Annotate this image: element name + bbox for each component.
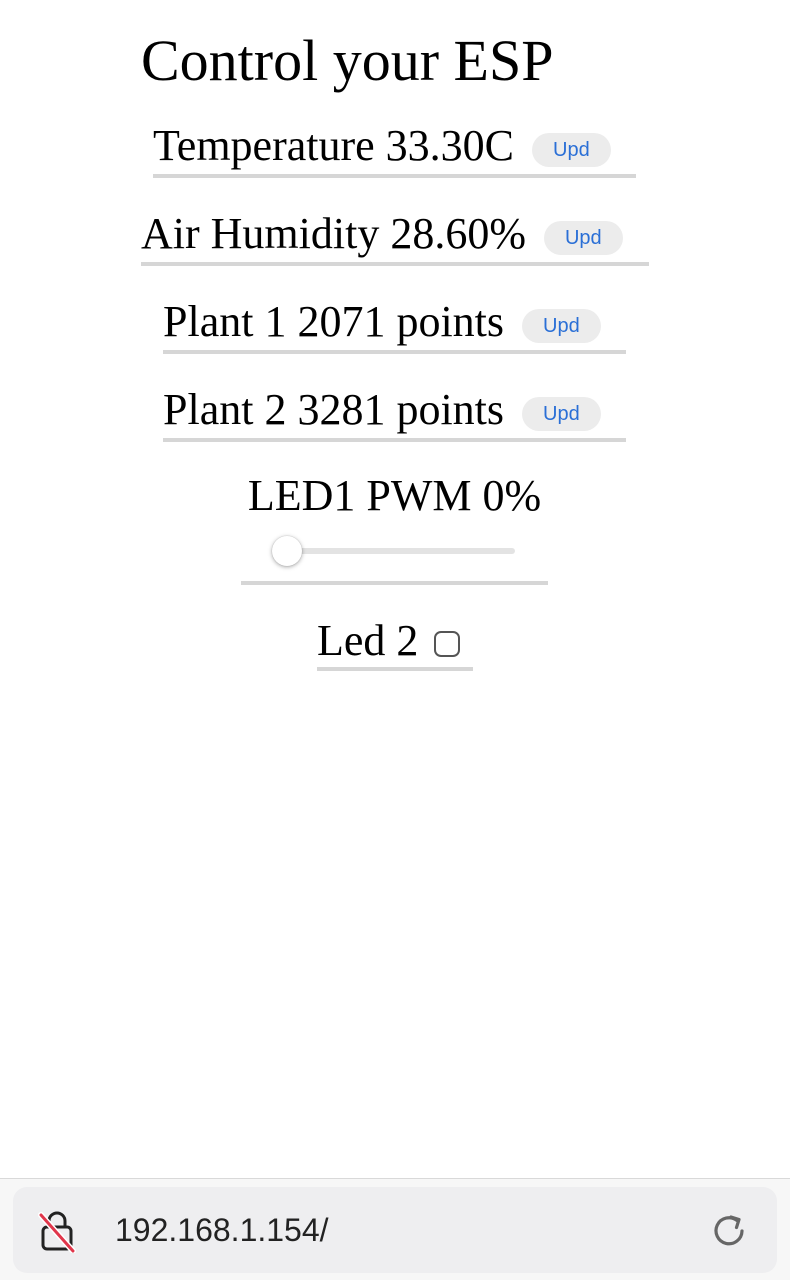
page-title: Control your ESP — [141, 28, 554, 93]
plant1-update-button[interactable]: Upd — [522, 309, 601, 343]
browser-bottom-bar: 192.168.1.154/ — [0, 1178, 790, 1280]
plant2-label: Plant 2 3281 points — [163, 385, 505, 434]
temperature-label: Temperature 33.30C — [153, 121, 515, 170]
reload-icon[interactable] — [709, 1211, 749, 1251]
plant1-row: Plant 1 2071 points Upd — [163, 294, 626, 354]
led2-row: Led 2 — [317, 614, 473, 671]
temperature-update-button[interactable]: Upd — [532, 133, 611, 167]
humidity-update-button[interactable]: Upd — [543, 221, 623, 255]
led2-label: Led 2 — [317, 615, 419, 665]
plant2-update-button[interactable]: Upd — [522, 397, 601, 431]
plant2-row: Plant 2 3281 points Upd — [163, 382, 626, 442]
url-text[interactable]: 192.168.1.154/ — [115, 1209, 329, 1251]
lock-slash-icon[interactable] — [37, 1209, 77, 1253]
plant1-label: Plant 1 2071 points — [163, 297, 505, 346]
led1-pwm-block: LED1 PWM 0% — [241, 470, 548, 585]
humidity-label: Air Humidity 28.60% — [141, 209, 526, 258]
led1-pwm-slider[interactable] — [277, 548, 515, 554]
humidity-row: Air Humidity 28.60% Upd — [141, 206, 649, 266]
esp-control-page: Control your ESP Temperature 33.30C Upd … — [0, 0, 790, 1178]
temperature-row: Temperature 33.30C Upd — [153, 118, 636, 178]
led1-pwm-label: LED1 PWM 0% — [247, 471, 542, 520]
address-bar[interactable]: 192.168.1.154/ — [13, 1187, 777, 1273]
led1-pwm-slider-thumb[interactable] — [272, 536, 302, 566]
led2-checkbox[interactable] — [434, 630, 461, 657]
